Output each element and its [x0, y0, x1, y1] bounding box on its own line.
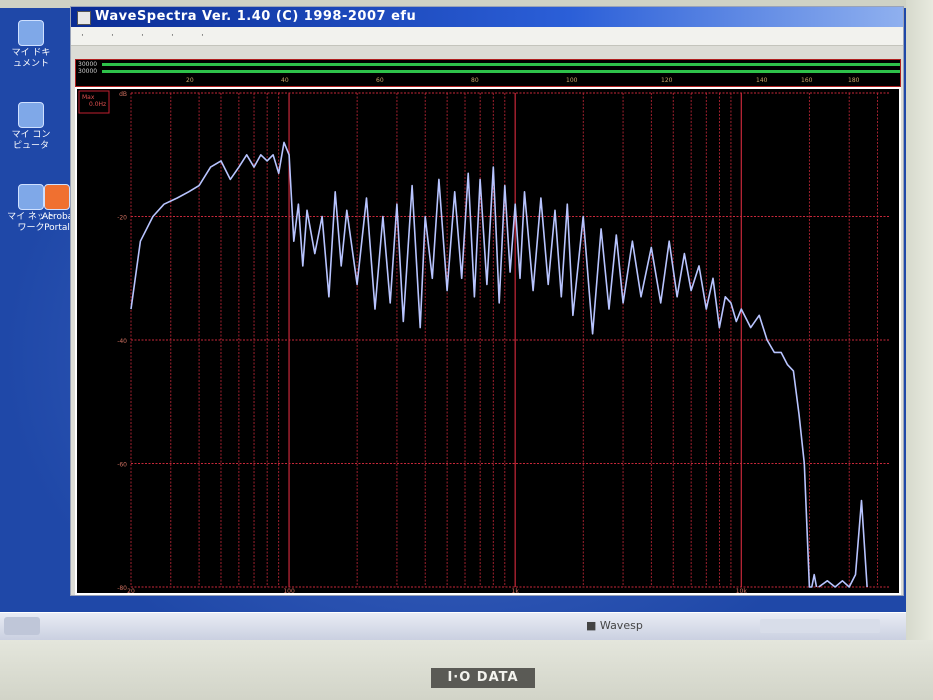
y-tick-label: -60: [117, 462, 127, 469]
x-tick-label: 10k: [736, 588, 748, 593]
y-tick-label: -40: [117, 338, 127, 345]
desktop-icon-my-documents[interactable]: マイ ドキ ュメント: [2, 20, 60, 70]
taskbar-item-wavespectra[interactable]: ■ Wavesp: [586, 619, 643, 632]
desktop-icon-my-computer[interactable]: マイ コン ピュータ: [2, 102, 60, 152]
meter-tick: 20: [186, 77, 194, 84]
computer-icon: [18, 102, 44, 128]
app-icon: ■: [586, 619, 600, 632]
level-meter: 30000 30000 20 40 60 80 100 120 140 160 …: [75, 59, 901, 87]
spectrum-series-line: [130, 141, 818, 588]
folder-icon: [18, 20, 44, 46]
readout-mode: Max: [82, 94, 95, 101]
spectrum-series-line: [818, 499, 868, 588]
window-title: WaveSpectra Ver. 1.40 (C) 1998-2007 efu: [95, 9, 417, 24]
x-tick-label: 1k: [512, 588, 520, 593]
start-button[interactable]: [4, 617, 40, 635]
system-tray: [760, 619, 880, 633]
meter-bar-right: [102, 70, 900, 73]
meter-tick: 160: [801, 77, 813, 84]
menu-item[interactable]: ·: [111, 31, 114, 41]
monitor-brand-logo: I·O DATA: [431, 668, 535, 688]
meter-tick: 140: [756, 77, 768, 84]
acrobat-icon: [44, 184, 70, 210]
spectrum-chart: dB -20 -40 -60 -80 20 100 1k 10k Max 0.0Hz: [78, 90, 889, 595]
desktop-icon-label: マイ コン ピュータ: [11, 130, 51, 151]
menu-item[interactable]: ·: [201, 31, 204, 41]
meter-tick: 40: [281, 77, 289, 84]
x-tick-label: 20: [127, 588, 135, 593]
desktop-icon-acrobat[interactable]: Acrobat Portal: [42, 184, 77, 234]
title-bar[interactable]: WaveSpectra Ver. 1.40 (C) 1998-2007 efu: [71, 7, 903, 27]
monitor-bezel-right: [906, 0, 933, 640]
menu-item[interactable]: ·: [81, 31, 84, 41]
app-icon: [77, 11, 91, 25]
meter-tick: 80: [471, 77, 479, 84]
desktop-icon-label: マイ ドキ ュメント: [11, 48, 51, 69]
meter-tick: 180: [848, 77, 860, 84]
network-icon: [18, 184, 44, 210]
meter-left-label: 30000: [78, 61, 98, 68]
y-tick-label: dB: [119, 91, 127, 98]
meter-right-label: 30000: [78, 68, 98, 75]
meter-tick: 60: [376, 77, 384, 84]
menu-item[interactable]: ·: [141, 31, 144, 41]
spectrum-plot[interactable]: dB -20 -40 -60 -80 20 100 1k 10k Max 0.0Hz: [75, 87, 901, 595]
wavespectra-window[interactable]: WaveSpectra Ver. 1.40 (C) 1998-2007 efu …: [70, 6, 904, 596]
y-tick-label: -80: [117, 585, 127, 592]
y-tick-label: -20: [117, 215, 127, 222]
menu-bar: · · · · ·: [71, 27, 903, 46]
taskbar: ■ Wavesp: [0, 612, 906, 641]
meter-tick: 120: [661, 77, 673, 84]
menu-item[interactable]: ·: [171, 31, 174, 41]
x-tick-label: 100: [283, 588, 295, 593]
meter-bar-left: [102, 63, 900, 66]
taskbar-item-label: Wavesp: [599, 619, 643, 632]
meter-tick: 100: [566, 77, 578, 84]
readout-freq: 0.0Hz: [89, 101, 106, 108]
